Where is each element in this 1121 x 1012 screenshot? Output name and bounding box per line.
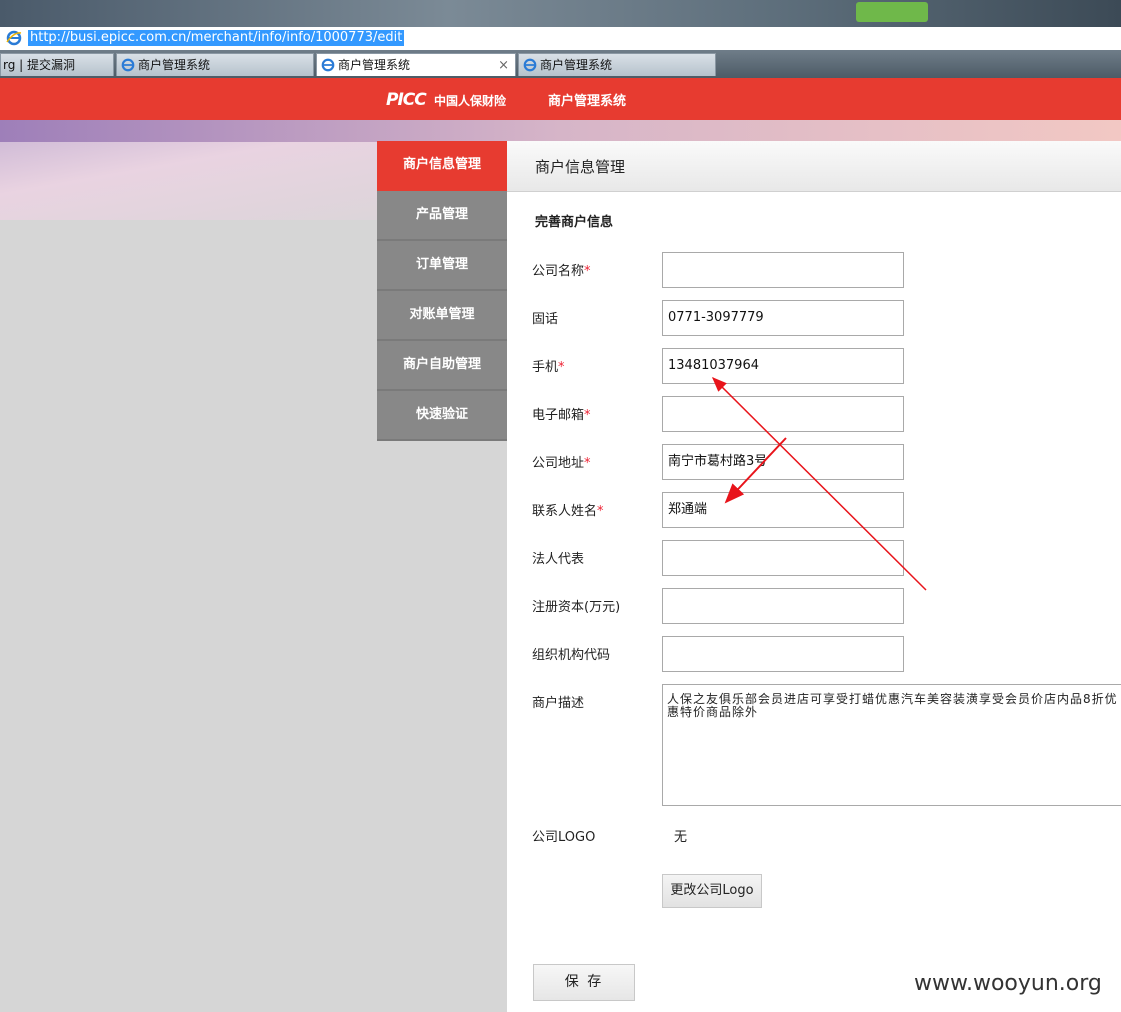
field-label-text: 联系人姓名 [532,504,598,519]
legal-rep-field[interactable] [662,540,904,576]
field-label-text: 手机 [532,360,559,375]
required-mark: * [584,408,591,423]
sidebar-item-label: 商户自助管理 [402,357,481,372]
ie-icon [321,58,335,72]
field-label-text: 公司地址 [532,456,585,471]
address-field[interactable]: 南宁市葛村路3号 [662,444,904,480]
field-label-text: 注册资本(万元) [532,600,621,615]
status-pill [856,2,928,22]
tab-label: 商户管理系统 [338,58,411,72]
contact-name-label: 联系人姓名* [532,502,604,522]
sidebar-item-products[interactable]: 产品管理 [377,191,507,241]
sidebar-item-label: 对账单管理 [409,307,475,322]
company-logo-label: 公司LOGO [532,830,596,845]
system-title: 商户管理系统 [548,94,627,109]
company-name-label: 公司名称* [532,262,591,282]
section-title: 完善商户信息 [535,215,614,230]
picc-logo-cn: 中国人保财险 [434,94,507,108]
field-label-text: 电子邮箱 [532,408,585,423]
field-label-text: 组织机构代码 [532,648,611,663]
company-logo-value: 无 [674,830,688,845]
description-label: 商户描述 [532,696,585,711]
ie-icon [121,58,135,72]
org-code-label: 组织机构代码 [532,646,610,666]
address-bar[interactable]: http://busi.epicc.com.cn/merchant/info/i… [0,27,1121,51]
email-field[interactable] [662,396,904,432]
picc-logo: PICC [386,90,427,110]
sidebar-item-self-service[interactable]: 商户自助管理 [377,341,507,391]
ie-icon [523,58,537,72]
field-label-text: 法人代表 [532,552,585,567]
registered-capital-field[interactable] [662,588,904,624]
tab-wooyun[interactable]: rg | 提交漏洞 [0,53,114,76]
email-label: 电子邮箱* [532,406,591,426]
sidebar-item-label: 产品管理 [415,207,468,222]
tab-merchant-3[interactable]: 商户管理系统 [518,53,716,76]
landline-field[interactable]: 0771-3097779 [662,300,904,336]
change-logo-button[interactable]: 更改公司Logo [662,874,762,908]
field-label-text: 固话 [532,312,559,327]
contact-name-field[interactable]: 郑通端 [662,492,904,528]
tab-merchant-active[interactable]: 商户管理系统 × [316,53,516,76]
legal-rep-label: 法人代表 [532,550,584,570]
field-label-text: 公司名称 [532,264,585,279]
sidebar-item-orders[interactable]: 订单管理 [377,241,507,291]
required-mark: * [584,264,591,279]
landline-label: 固话 [532,310,558,330]
sidebar-item-statements[interactable]: 对账单管理 [377,291,507,341]
required-mark: * [558,360,565,375]
header-banner-band [0,120,1121,142]
close-icon[interactable]: × [498,54,509,76]
company-name-field[interactable] [662,252,904,288]
watermark: www.wooyun.org [914,971,1102,996]
required-mark: * [584,456,591,471]
tab-label: rg | 提交漏洞 [3,58,76,72]
sidebar-item-quick-verify[interactable]: 快速验证 [377,391,507,441]
page-title: 商户信息管理 [535,158,626,176]
save-button[interactable]: 保 存 [533,964,635,1001]
address-label: 公司地址* [532,454,591,474]
mobile-label: 手机* [532,358,565,378]
sidebar-item-merchant-info[interactable]: 商户信息管理 [377,141,507,191]
registered-capital-label: 注册资本(万元) [532,598,620,618]
sidebar-item-label: 商户信息管理 [402,157,481,172]
tab-bar: rg | 提交漏洞 商户管理系统 商户管理系统 × 商户管理系统 [0,50,1121,78]
desktop-top-strip [0,0,1121,27]
sidebar-item-label: 快速验证 [415,407,468,422]
tab-label: 商户管理系统 [540,58,613,72]
tab-merchant-1[interactable]: 商户管理系统 [116,53,314,76]
description-textarea[interactable]: 人保之友俱乐部会员进店可享受打蜡优惠汽车美容装潢享受会员价店内品8折优惠特价商品… [662,684,1121,806]
sidebar-item-label: 订单管理 [415,257,468,272]
ie-icon [6,30,22,46]
mobile-field[interactable]: 13481037964 [662,348,904,384]
required-mark: * [597,504,604,519]
org-code-field[interactable] [662,636,904,672]
tab-label: 商户管理系统 [138,58,211,72]
url-text[interactable]: http://busi.epicc.com.cn/merchant/info/i… [28,30,405,46]
